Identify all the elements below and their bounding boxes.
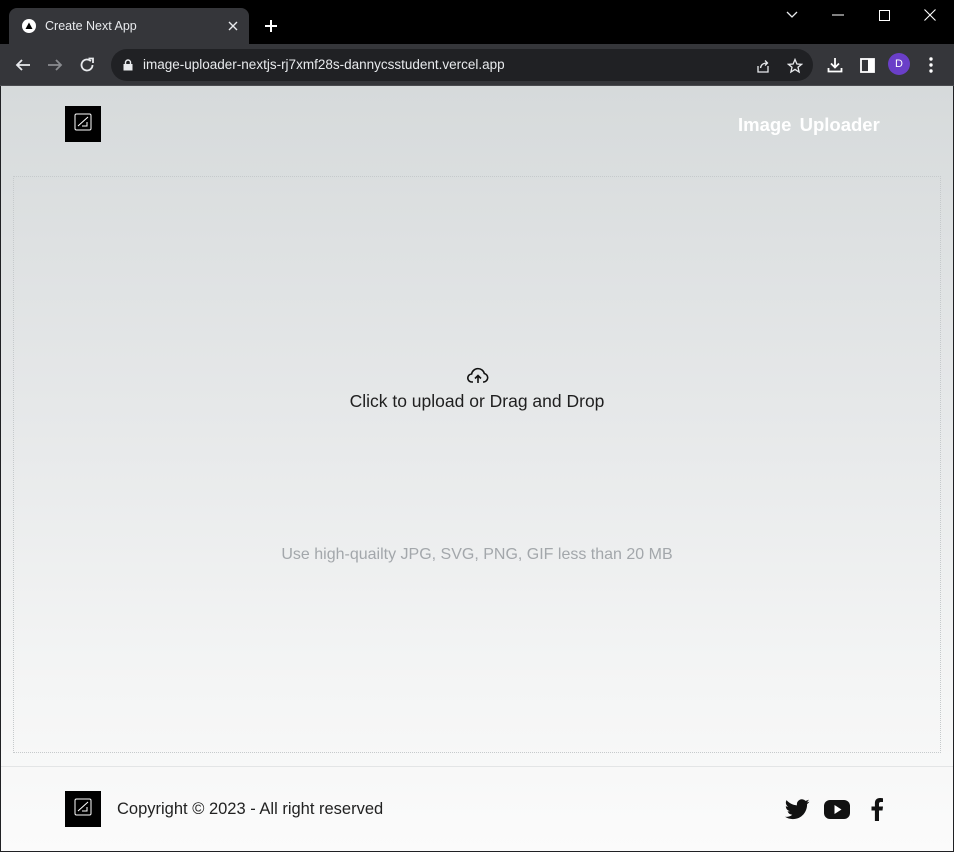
image-logo-icon [74,113,92,136]
brand-title[interactable]: Image Uploader [738,114,880,136]
nextjs-favicon-icon [21,18,37,34]
browser-toolbar: image-uploader-nextjs-rj7xmf28s-dannycss… [0,44,954,86]
url-text: image-uploader-nextjs-rj7xmf28s-dannycss… [143,57,505,72]
cloud-upload-icon [466,365,490,385]
new-tab-button[interactable] [260,15,282,37]
browser-tab[interactable]: Create Next App [9,8,249,44]
twitter-icon[interactable] [783,796,811,822]
forward-arrow-icon[interactable] [43,53,67,77]
lock-icon[interactable] [121,58,135,72]
image-logo-icon [74,798,92,821]
share-icon[interactable] [753,56,773,76]
upload-hint: Use high-quailty JPG, SVG, PNG, GIF less… [281,546,673,563]
maximize-button[interactable] [870,4,898,26]
youtube-icon[interactable] [823,796,851,822]
tab-search-chevron-icon[interactable] [778,4,806,26]
tab-close-icon[interactable] [223,16,243,36]
minimize-button[interactable] [824,4,852,26]
header-logo[interactable] [65,106,101,142]
facebook-icon[interactable] [863,796,891,822]
upload-dropzone[interactable]: Click to upload or Drag and Drop Use hig… [13,176,941,753]
close-window-button[interactable] [916,4,944,26]
download-icon[interactable] [824,54,846,76]
reload-icon[interactable] [75,53,99,77]
address-bar[interactable]: image-uploader-nextjs-rj7xmf28s-dannycss… [111,49,813,81]
side-panel-icon[interactable] [856,54,878,76]
copyright-text: Copyright © 2023 - All right reserved [117,800,384,818]
profile-avatar[interactable]: D [888,53,910,75]
back-arrow-icon[interactable] [11,53,35,77]
page-content: Image Uploader Click to upload or Drag a… [1,86,953,851]
browser-menu-icon[interactable] [920,54,942,76]
browser-titlebar: Create Next App [0,0,954,44]
upload-prompt: Click to upload or Drag and Drop [349,391,605,411]
tab-title: Create Next App [45,19,137,33]
footer-logo[interactable] [65,791,101,827]
footer-divider [1,766,953,767]
bookmark-star-icon[interactable] [785,56,805,76]
